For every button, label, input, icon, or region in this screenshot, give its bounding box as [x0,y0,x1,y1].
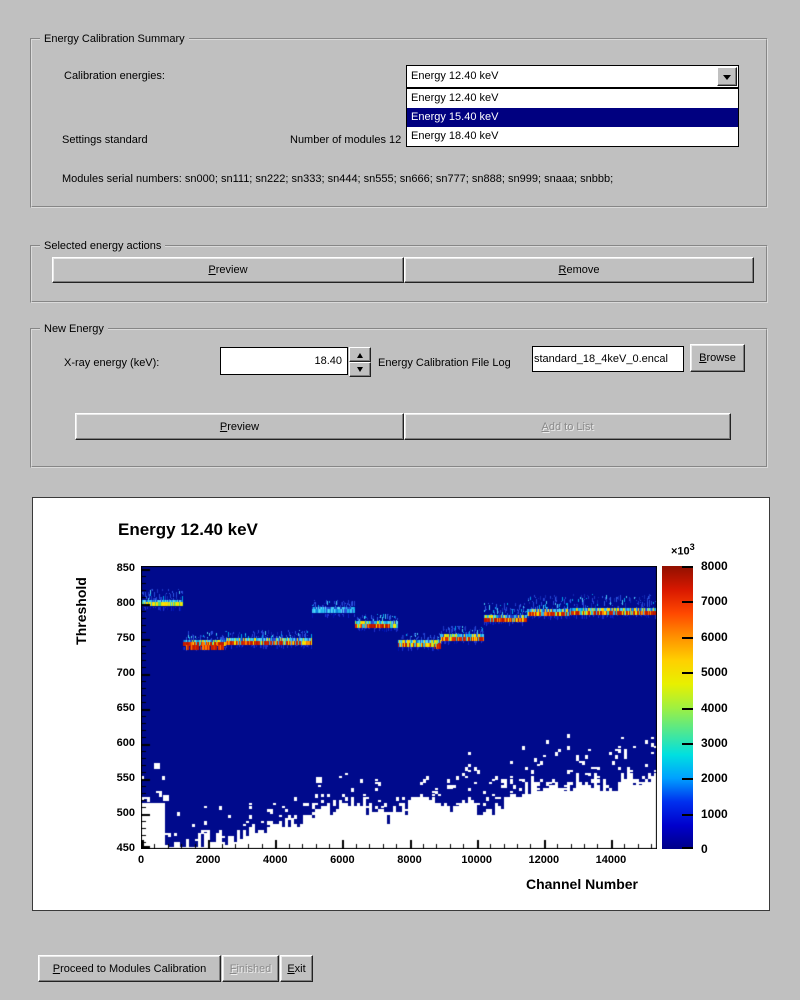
summary-group: Energy Calibration Summary Calibration e… [30,38,768,208]
colorbar-tick-label: 4000 [701,701,728,715]
dropdown-item-energy-18[interactable]: Energy 18.40 keV [407,127,738,146]
combobox-dropdown-button[interactable] [717,67,737,86]
remove-selected-button[interactable]: Remove [404,257,754,283]
y-tick-label: 800 [99,597,135,609]
colorbar-tick-mark [682,601,693,603]
y-tick-label: 550 [99,772,135,784]
colorbar-multiplier: ×103 [671,542,695,558]
colorbar-tick-mark [682,708,693,710]
colorbar-tick-label: 8000 [701,559,728,573]
y-tick-label: 600 [99,737,135,749]
new-energy-group: New Energy X-ray energy (keV): 18.40 Ene… [30,328,768,468]
colorbar-tick-mark [682,778,693,780]
actions-group-title: Selected energy actions [40,239,165,253]
y-axis-label: Threshold [73,511,89,711]
colorbar-tick-mark [682,672,693,674]
xray-energy-value: 18.40 [314,355,342,367]
file-log-input[interactable]: standard_18_4keV_0.encal [532,346,684,372]
colorbar-tick-mark [682,847,693,849]
file-log-value: standard_18_4keV_0.encal [534,353,682,365]
colorbar-tick-label: 0 [701,842,708,856]
settings-label: Settings standard [62,134,148,146]
y-tick-label: 650 [99,702,135,714]
plot-title: Energy 12.40 keV [118,520,258,540]
x-tick-label: 14000 [581,854,641,866]
file-log-label: Energy Calibration File Log [378,357,511,369]
arrow-up-icon [357,350,363,358]
dropdown-item-energy-15[interactable]: Energy 15.40 keV [407,108,738,127]
histogram-canvas [141,566,657,849]
number-of-modules-label: Number of modules 12 [290,134,401,146]
selected-energy-actions-group: Selected energy actions Preview Remove [30,245,768,303]
y-tick-label: 450 [99,842,135,854]
preview-new-energy-button[interactable]: Preview [75,413,404,440]
x-tick-label: 4000 [245,854,305,866]
proceed-to-modules-calibration-button[interactable]: Proceed to Modules Calibration [38,955,221,982]
colorbar-tick-label: 5000 [701,665,728,679]
x-tick-label: 6000 [312,854,372,866]
chevron-down-icon [723,75,731,84]
xray-energy-input[interactable]: 18.40 [220,347,348,375]
y-tick-label: 500 [99,807,135,819]
colorbar-tick-label: 3000 [701,736,728,750]
colorbar-tick-label: 6000 [701,630,728,644]
y-tick-label: 700 [99,667,135,679]
x-tick-label: 0 [111,854,171,866]
x-axis-label: Channel Number [438,876,638,892]
colorbar-tick-mark [682,743,693,745]
summary-group-title: Energy Calibration Summary [40,32,189,46]
energy-spin-up-button[interactable] [349,347,371,362]
arrow-down-icon [357,367,363,375]
application-window: { "summary_group": { "title": "Energy Ca… [0,0,800,1000]
colorbar-tick-label: 2000 [701,771,728,785]
dropdown-item-energy-12[interactable]: Energy 12.40 keV [407,89,738,108]
combobox-value: Energy 12.40 keV [411,70,498,82]
x-tick-label: 10000 [447,854,507,866]
new-energy-group-title: New Energy [40,322,108,336]
x-tick-label: 8000 [380,854,440,866]
x-tick-label: 12000 [514,854,574,866]
colorbar-tick-mark [682,814,693,816]
colorbar-tick-label: 1000 [701,807,728,821]
plot-panel: Energy 12.40 keV Threshold Channel Numbe… [32,497,770,911]
y-tick-label: 750 [99,632,135,644]
calibration-energy-dropdown-list: Energy 12.40 keV Energy 15.40 keV Energy… [406,88,739,147]
colorbar-tick-label: 7000 [701,594,728,608]
energy-spin-down-button[interactable] [349,362,371,377]
add-to-list-button: Add to List [404,413,731,440]
y-tick-label: 850 [99,562,135,574]
browse-button[interactable]: Browse [690,344,745,372]
modules-serial-numbers-label: Modules serial numbers: sn000; sn111; sn… [62,173,613,185]
calibration-energy-combobox[interactable]: Energy 12.40 keV [406,65,739,88]
calibration-energies-label: Calibration energies: [64,70,165,82]
finished-button: Finished [222,955,279,982]
preview-selected-button[interactable]: Preview [52,257,404,283]
x-tick-label: 2000 [178,854,238,866]
colorbar-tick-mark [682,637,693,639]
xray-energy-label: X-ray energy (keV): [64,357,159,369]
colorbar-tick-mark [682,566,693,568]
exit-button[interactable]: Exit [280,955,313,982]
